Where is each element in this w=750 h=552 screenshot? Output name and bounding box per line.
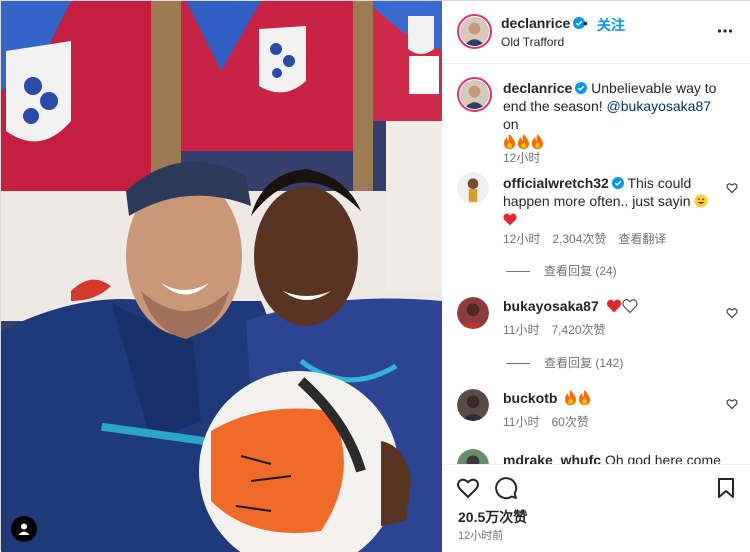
photo-illustration <box>1 1 442 552</box>
verified-badge-icon <box>611 177 624 189</box>
commenter-avatar[interactable] <box>457 389 489 421</box>
author-username-text[interactable]: declanrice <box>501 15 570 31</box>
caption-avatar[interactable] <box>457 77 492 112</box>
comment-username[interactable]: mdrake_whufc <box>503 452 601 464</box>
comment-username[interactable]: officialwretch32 <box>503 175 609 191</box>
comment-time[interactable]: 12小时 <box>503 232 540 246</box>
more-options-icon[interactable] <box>717 23 733 39</box>
comment-likes[interactable]: 7,420次赞 <box>551 323 605 337</box>
post-photo[interactable] <box>1 1 442 552</box>
replies-line <box>506 271 530 273</box>
fire-emoji-icon <box>565 390 577 405</box>
white-heart-emoji-icon <box>622 299 638 313</box>
fire-emoji-icon <box>518 134 529 149</box>
comment-meta: 12小时 2,304次赞 查看翻译 <box>503 230 678 247</box>
like-comment-icon[interactable] <box>726 307 738 319</box>
comment-meta: 11小时 7,420次赞 <box>503 321 618 338</box>
comment-meta: 11小时 60次赞 <box>503 413 601 430</box>
red-heart-emoji-icon <box>503 213 517 226</box>
author-username[interactable]: declanrice <box>501 15 586 31</box>
post-time[interactable]: 12小时前 <box>458 527 503 543</box>
fire-emoji-icon <box>504 134 515 149</box>
grinning-emoji-icon <box>694 194 708 208</box>
avatar-image <box>457 172 489 204</box>
user-silhouette-icon <box>18 523 30 535</box>
comment-message: Oh god here come <box>604 452 721 464</box>
comment-text: buckotb <box>503 389 721 407</box>
replies-line <box>506 363 530 365</box>
comment-text: mdrake_whufc Oh god here come <box>503 451 721 464</box>
comment-time[interactable]: 11小时 <box>503 323 539 337</box>
caption-meta: 12小时 <box>503 149 552 166</box>
heart-icon[interactable] <box>456 476 480 500</box>
view-replies-button[interactable]: 查看回复 (142) <box>506 354 623 371</box>
comment-time[interactable]: 11小时 <box>503 415 539 429</box>
post-actions: 20.5万次赞 12小时前 <box>442 464 750 552</box>
verified-badge-icon <box>575 82 588 94</box>
post-side-panel: declanrice • 关注 Old Trafford declanrice … <box>442 1 750 552</box>
author-avatar[interactable] <box>457 14 492 49</box>
comment-likes[interactable]: 2,304次赞 <box>552 232 606 246</box>
bookmark-icon[interactable] <box>714 476 738 500</box>
caption-mention[interactable]: @bukayosaka87 <box>607 98 712 114</box>
commenter-avatar[interactable] <box>457 172 489 204</box>
avatar-image <box>457 389 489 421</box>
instagram-post: declanrice • 关注 Old Trafford declanrice … <box>0 0 750 552</box>
like-comment-icon[interactable] <box>726 182 738 194</box>
post-location[interactable]: Old Trafford <box>501 35 564 49</box>
avatar-image <box>457 449 489 464</box>
post-header: declanrice • 关注 Old Trafford <box>442 1 750 64</box>
comment-text: officialwretch32 This could happen more … <box>503 174 721 228</box>
red-heart-emoji-icon <box>606 299 621 313</box>
view-replies-button[interactable]: 查看回复 (24) <box>506 262 617 279</box>
comment-text: bukayosaka87 <box>503 297 721 315</box>
comment-icon[interactable] <box>494 476 518 500</box>
separator-dot: • <box>583 15 588 31</box>
comment-username[interactable]: bukayosaka87 <box>503 298 599 314</box>
comment-likes[interactable]: 60次赞 <box>551 415 588 429</box>
translate-link[interactable]: 查看翻译 <box>618 232 666 246</box>
comment-username[interactable]: buckotb <box>503 390 557 406</box>
commenter-avatar[interactable] <box>457 297 489 329</box>
follow-button[interactable]: 关注 <box>597 15 625 35</box>
avatar-image <box>460 80 489 109</box>
like-comment-icon[interactable] <box>726 398 738 410</box>
caption-time[interactable]: 12小时 <box>503 151 540 165</box>
avatar-image <box>457 297 489 329</box>
view-replies-label[interactable]: 查看回复 (24) <box>544 264 617 278</box>
comments-list[interactable]: declanrice Unbelievable way to end the s… <box>442 65 750 464</box>
avatar-image <box>460 17 489 46</box>
like-count[interactable]: 20.5万次赞 <box>458 507 527 527</box>
caption-username[interactable]: declanrice <box>503 80 572 96</box>
user-tag-icon[interactable] <box>11 516 37 542</box>
caption-tail: on <box>503 116 519 132</box>
fire-emoji-icon <box>532 134 543 149</box>
commenter-avatar[interactable] <box>457 449 489 464</box>
view-replies-label[interactable]: 查看回复 (142) <box>544 356 623 370</box>
fire-emoji-icon <box>579 390 591 405</box>
caption-text: declanrice Unbelievable way to end the s… <box>503 79 721 151</box>
